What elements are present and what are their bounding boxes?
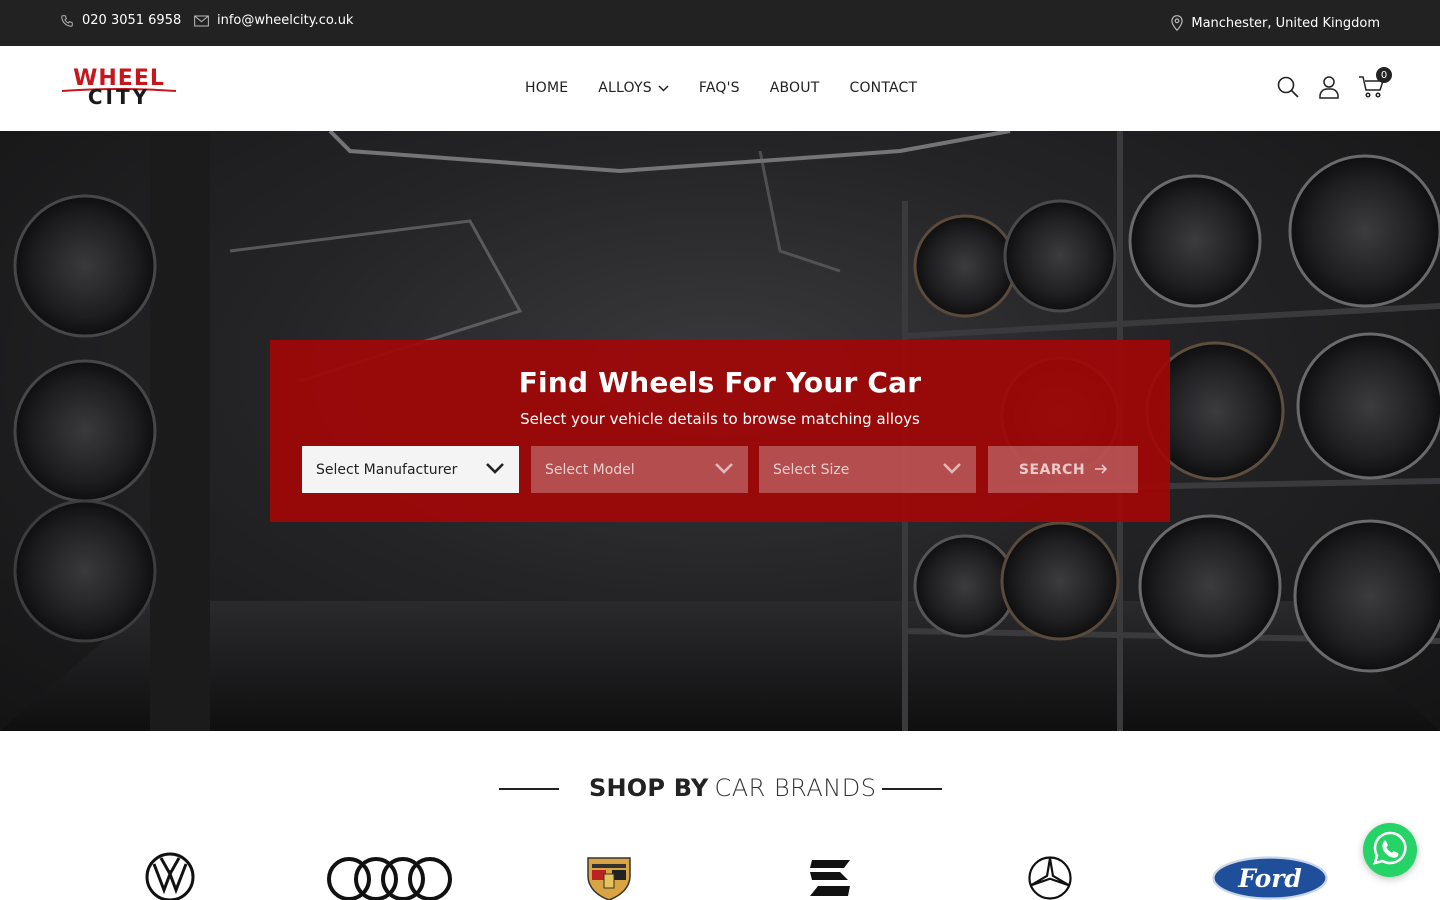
main-nav: HOME ALLOYS FAQ'S ABOUT CONTACT — [525, 80, 917, 96]
phone-number: 020 3051 6958 — [82, 13, 182, 28]
cart-icon — [1358, 76, 1385, 103]
mercedes-logo[interactable] — [1020, 856, 1080, 900]
chevron-down-icon — [485, 462, 505, 478]
search-button-label: SEARCH — [1018, 461, 1086, 478]
hero-banner: Find Wheels For Your Car Select your veh… — [0, 131, 1440, 731]
seat-logo[interactable] — [808, 858, 852, 900]
nav-faqs-label: FAQ'S — [698, 80, 740, 96]
finder-title: Find Wheels For Your Car — [518, 366, 922, 399]
nav-faqs[interactable]: FAQ'S — [699, 80, 740, 96]
search-icon[interactable] — [1276, 75, 1300, 103]
manufacturer-select[interactable]: Select Manufacturer — [302, 446, 519, 493]
porsche-logo[interactable] — [586, 856, 632, 900]
map-pin-icon — [1171, 15, 1184, 31]
cart-count-badge: 0 — [1376, 67, 1392, 83]
site-header: WHEEL CITY HOME ALLOYS FAQ'S ABOUT CONTA… — [0, 46, 1440, 131]
brands-heading-text: SHOP BY CAR BRANDS — [589, 774, 876, 802]
mail-icon — [194, 15, 209, 27]
ford-logo-text: Ford — [1237, 864, 1302, 893]
nav-home[interactable]: HOME — [525, 80, 568, 96]
email-address: info@wheelcity.co.uk — [217, 13, 354, 28]
nav-contact[interactable]: CONTACT — [849, 80, 917, 96]
location-text: Manchester, United Kingdom — [1191, 15, 1380, 31]
email-contact[interactable]: info@wheelcity.co.uk — [194, 13, 353, 28]
chevron-down-icon — [658, 80, 669, 96]
audi-logo[interactable] — [326, 856, 454, 900]
shop-by-brands-heading: SHOP BY CAR BRANDS — [0, 774, 1440, 804]
finder-subtitle: Select your vehicle details to browse ma… — [520, 410, 920, 428]
whatsapp-icon — [1372, 830, 1408, 870]
size-select-value: Select Size — [773, 461, 850, 478]
location: Manchester, United Kingdom — [1171, 15, 1380, 31]
heading-rule-right — [882, 788, 942, 790]
wheel-city-logo[interactable]: WHEEL CITY — [60, 68, 178, 108]
manufacturer-select-value: Select Manufacturer — [316, 461, 458, 478]
nav-alloys[interactable]: ALLOYS — [598, 80, 669, 96]
top-bar: 020 3051 6958 info@wheelcity.co.uk Manch… — [0, 0, 1440, 46]
size-select[interactable]: Select Size — [759, 446, 976, 493]
arrow-right-icon — [1095, 462, 1108, 478]
heading-rule-left — [499, 788, 559, 790]
heading-bold: SHOP BY — [589, 774, 709, 802]
phone-contact[interactable]: 020 3051 6958 — [60, 13, 181, 28]
model-select[interactable]: Select Model — [531, 446, 748, 493]
whatsapp-chat-button[interactable] — [1363, 823, 1417, 877]
nav-about-label: ABOUT — [769, 80, 820, 96]
ford-logo[interactable]: Ford — [1191, 856, 1349, 900]
nav-home-label: HOME — [525, 80, 569, 96]
nav-about[interactable]: ABOUT — [770, 80, 820, 96]
header-actions: 0 — [1276, 67, 1392, 103]
cart-button[interactable]: 0 — [1358, 67, 1392, 103]
phone-icon — [60, 14, 74, 28]
chevron-down-icon — [942, 462, 962, 478]
chevron-down-icon — [714, 462, 734, 478]
search-button[interactable]: SEARCH — [988, 446, 1138, 493]
nav-contact-label: CONTACT — [849, 80, 918, 96]
user-icon[interactable] — [1318, 75, 1340, 103]
logo-line-2: CITY — [87, 85, 151, 109]
volkswagen-logo[interactable] — [145, 852, 195, 900]
nav-alloys-label: ALLOYS — [598, 80, 652, 96]
heading-light: CAR BRANDS — [714, 774, 877, 802]
model-select-value: Select Model — [545, 461, 635, 478]
wheel-finder-panel: Find Wheels For Your Car Select your veh… — [270, 340, 1170, 522]
